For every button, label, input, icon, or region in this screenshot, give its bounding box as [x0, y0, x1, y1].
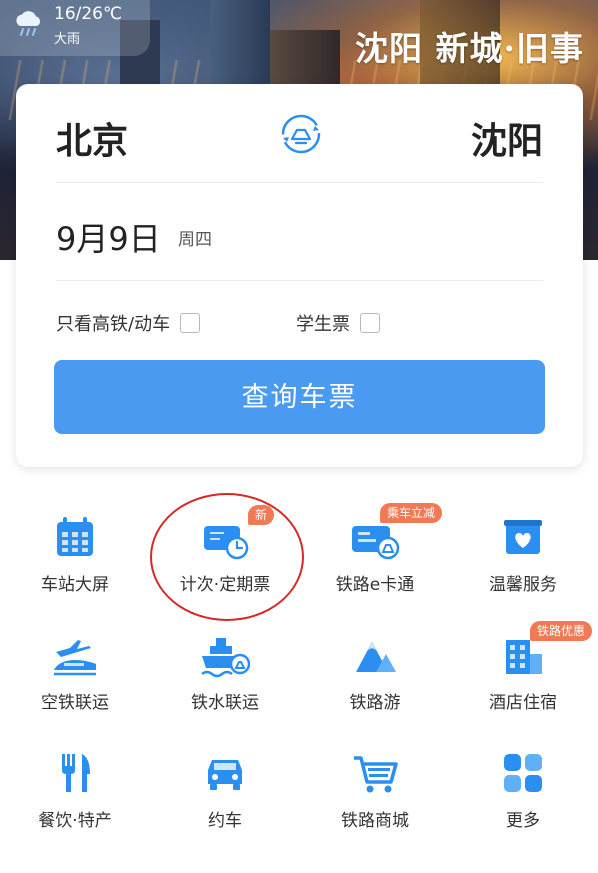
service-label: 更多 [506, 811, 540, 831]
service-rail-ecard[interactable]: 乘车立减 铁路e卡通 [300, 500, 450, 600]
service-label: 铁水联运 [191, 693, 259, 713]
from-city[interactable]: 北京 [56, 112, 128, 164]
ship-train-icon [201, 638, 250, 678]
highspeed-only-label: 只看高铁/动车 [56, 314, 171, 335]
student-ticket-checkbox[interactable] [360, 313, 380, 333]
service-label: 铁路游 [349, 693, 401, 713]
search-tickets-button[interactable]: 查询车票 [54, 360, 545, 434]
app-screen: 16/26℃ 大雨 沈阳 新城·旧事 北京 沈阳 9月9日 周四 只看高铁/动车… [0, 0, 598, 873]
ticket-search-card: 北京 沈阳 9月9日 周四 只看高铁/动车 学生票 查询车票 [16, 84, 583, 467]
divider [56, 182, 543, 183]
service-label: 温馨服务 [489, 575, 557, 595]
service-rail-travel[interactable]: 铁路游 [300, 618, 450, 718]
service-label: 餐饮·特产 [38, 811, 112, 831]
highspeed-only-option[interactable]: 只看高铁/动车 [56, 310, 201, 336]
car-icon [208, 760, 242, 790]
to-city[interactable]: 沈阳 [471, 112, 543, 164]
banner-slogan: 沈阳 新城·旧事 [355, 29, 584, 68]
discount-badge: 乘车立减 [380, 503, 443, 523]
calendar-board-icon [57, 517, 93, 556]
temperature: 16/26℃ [54, 4, 123, 24]
service-food-specialty[interactable]: 餐饮·特产 [0, 736, 150, 836]
service-rail-water[interactable]: 铁水联运 [150, 618, 300, 718]
service-air-rail[interactable]: 空铁联运 [0, 618, 150, 718]
ticket-clock-icon [204, 526, 249, 560]
divider [56, 280, 543, 281]
service-rail-mall[interactable]: 铁路商城 [300, 736, 450, 836]
service-label: 空铁联运 [41, 693, 109, 713]
service-more[interactable]: 更多 [448, 736, 598, 836]
service-label: 铁路商城 [341, 811, 409, 831]
service-label: 铁路e卡通 [335, 575, 415, 595]
plane-train-icon [54, 640, 96, 676]
student-ticket-label: 学生票 [296, 314, 350, 335]
fork-knife-icon [62, 754, 90, 792]
swap-stations-icon[interactable] [279, 112, 323, 156]
service-care[interactable]: 温馨服务 [448, 500, 598, 600]
rain-cloud-icon [16, 11, 41, 36]
travel-weekday: 周四 [178, 230, 212, 250]
service-car-hailing[interactable]: 约车 [150, 736, 300, 836]
weather-condition: 大雨 [54, 32, 81, 47]
mountain-icon [356, 642, 396, 672]
student-ticket-option[interactable]: 学生票 [296, 310, 380, 336]
shopping-cart-icon [354, 756, 398, 793]
highspeed-only-checkbox[interactable] [180, 313, 201, 333]
service-label: 酒店住宿 [489, 693, 557, 713]
service-hotel[interactable]: 铁路优惠 酒店住宿 [448, 618, 598, 718]
weather-widget[interactable]: 16/26℃ 大雨 [0, 0, 150, 56]
service-multi-ride-ticket[interactable]: 新 计次·定期票 [150, 500, 300, 600]
service-station-screen[interactable]: 车站大屏 [0, 500, 150, 600]
heart-box-icon [504, 520, 542, 554]
new-badge: 新 [248, 505, 275, 525]
service-label: 约车 [208, 811, 242, 831]
service-label: 计次·定期票 [179, 575, 271, 595]
travel-date[interactable]: 9月9日 [56, 214, 161, 260]
service-label: 车站大屏 [41, 575, 109, 595]
more-grid-icon [504, 754, 542, 792]
rail-discount-badge: 铁路优惠 [530, 621, 593, 641]
